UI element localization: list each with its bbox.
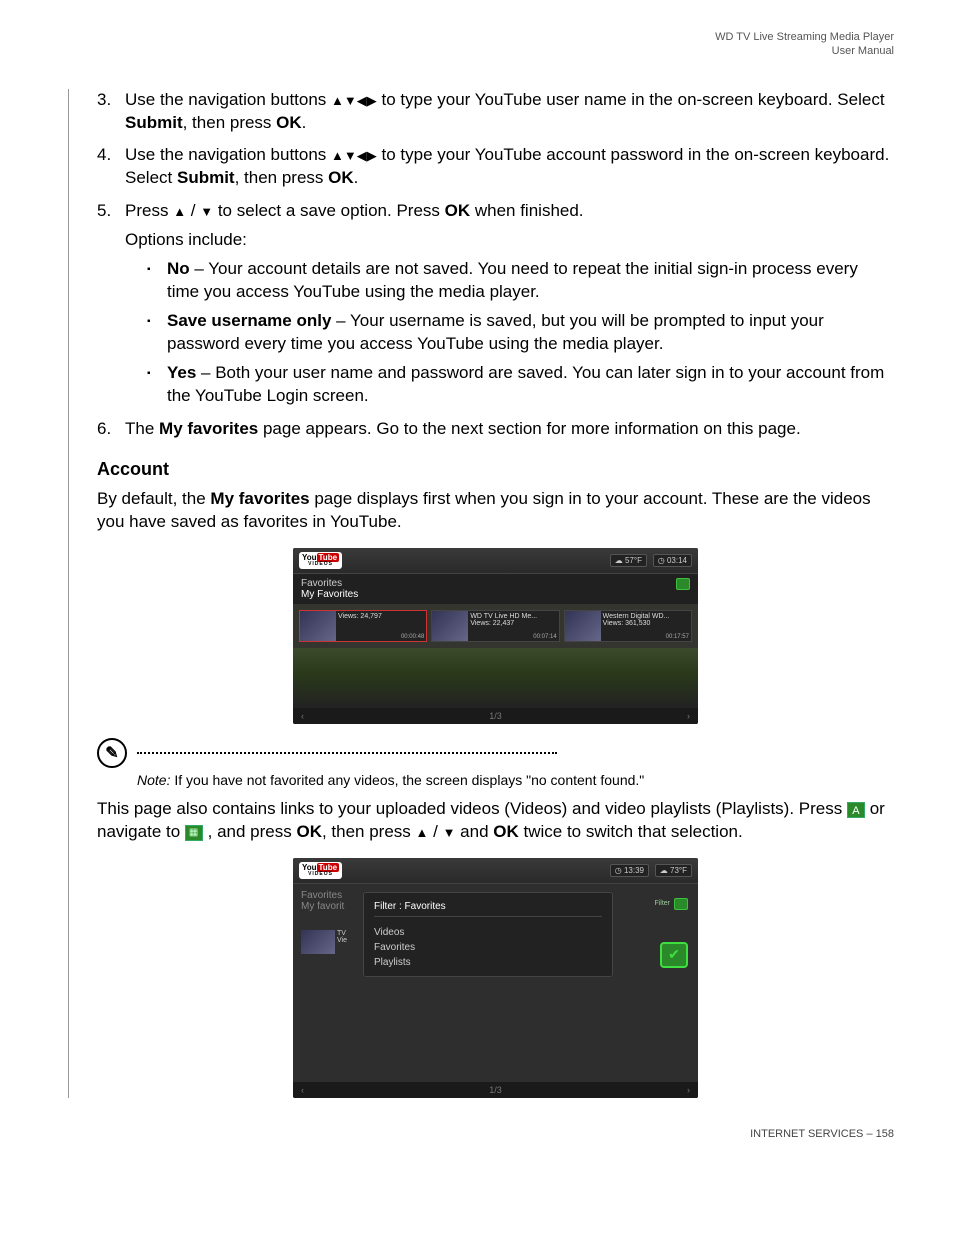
filter-label: Filter bbox=[654, 900, 670, 907]
youtube-logo: YouTube VIDEOS bbox=[299, 862, 342, 879]
thumb-1: Views: 24,797 00:00:48 bbox=[299, 610, 427, 642]
content-column: Use the navigation buttons ▲▼◀▶ to type … bbox=[68, 89, 894, 1098]
shot1-pager: ‹ 1/3 › bbox=[293, 708, 698, 724]
shot1-breadcrumb: Favorites bbox=[301, 578, 358, 589]
thumb-3: Western Digital WD...Views: 361,530 00:1… bbox=[564, 610, 692, 642]
pager-prev-icon: ‹ bbox=[301, 711, 304, 721]
options-label: Options include: bbox=[125, 229, 894, 252]
shot1-topbar: YouTube VIDEOS ☁ 57°F ◷ 03:14 bbox=[293, 548, 698, 574]
step-3: Use the navigation buttons ▲▼◀▶ to type … bbox=[97, 89, 894, 135]
a-button-icon: A bbox=[847, 802, 865, 818]
shot1-thumbrow: Views: 24,797 00:00:48 WD TV Live HD Me.… bbox=[293, 604, 698, 648]
page-header: WD TV Live Streaming Media Player User M… bbox=[60, 30, 894, 59]
shot2-pager: ‹ 1/3 › bbox=[293, 1082, 698, 1098]
step-list: Use the navigation buttons ▲▼◀▶ to type … bbox=[97, 89, 894, 441]
green-action-icon bbox=[676, 578, 690, 590]
clock-badge: ◷ 03:14 bbox=[653, 554, 692, 567]
header-doc: User Manual bbox=[60, 44, 894, 58]
shot1-background bbox=[293, 648, 698, 708]
thumb-image bbox=[301, 930, 335, 954]
step-4: Use the navigation buttons ▲▼◀▶ to type … bbox=[97, 144, 894, 190]
youtube-logo: YouTube VIDEOS bbox=[299, 552, 342, 569]
page-indicator: 1/3 bbox=[489, 711, 502, 721]
shot1-page-title: My Favorites bbox=[301, 589, 358, 600]
filter-option-playlists: Playlists bbox=[374, 955, 602, 970]
clock-badge: ◷ 13:39 bbox=[610, 864, 649, 877]
header-product: WD TV Live Streaming Media Player bbox=[60, 30, 894, 44]
shot2-topbar: YouTube VIDEOS ◷ 13:39 ☁ 73°F bbox=[293, 858, 698, 884]
confirm-check-icon: ✔ bbox=[660, 942, 688, 968]
option-save-username: Save username only – Your username is sa… bbox=[145, 310, 894, 356]
green-action-icon bbox=[674, 898, 688, 910]
up-arrow-icon: ▲ bbox=[173, 204, 186, 219]
down-arrow-icon: ▼ bbox=[200, 204, 213, 219]
filter-option-videos: Videos bbox=[374, 925, 602, 940]
note-icon: ✎ bbox=[97, 738, 127, 768]
thumb-image bbox=[432, 611, 468, 641]
thumb-image bbox=[565, 611, 601, 641]
account-heading: Account bbox=[97, 459, 894, 480]
option-bullets: No – Your account details are not saved.… bbox=[145, 258, 894, 408]
pager-next-icon: › bbox=[687, 711, 690, 721]
account-p2: This page also contains links to your up… bbox=[97, 798, 894, 844]
page-indicator: 1/3 bbox=[489, 1085, 502, 1095]
page-footer: INTERNET SERVICES – 158 bbox=[60, 1128, 894, 1140]
filter-menu-title: Filter : Favorites bbox=[374, 899, 602, 917]
nav-arrows-icon: ▲▼◀▶ bbox=[331, 148, 377, 163]
step-6: The My favorites page appears. Go to the… bbox=[97, 418, 894, 441]
nav-arrows-icon: ▲▼◀▶ bbox=[331, 93, 377, 108]
up-arrow-icon: ▲ bbox=[416, 825, 429, 840]
option-no: No – Your account details are not saved.… bbox=[145, 258, 894, 304]
note-divider: ✎ bbox=[97, 738, 894, 768]
pager-next-icon: › bbox=[687, 1085, 690, 1095]
pager-prev-icon: ‹ bbox=[301, 1085, 304, 1095]
thumb-2: WD TV Live HD Me...Views: 22,437 00:07:1… bbox=[431, 610, 559, 642]
account-intro: By default, the My favorites page displa… bbox=[97, 488, 894, 534]
weather-badge: ☁ 57°F bbox=[610, 554, 647, 567]
favorites-screenshot: YouTube VIDEOS ☁ 57°F ◷ 03:14 Favorites … bbox=[293, 548, 698, 724]
step-5: Press ▲ / ▼ to select a save option. Pre… bbox=[97, 200, 894, 408]
filter-menu: Filter : Favorites Videos Favorites Play… bbox=[363, 892, 613, 977]
filter-option-favorites: Favorites bbox=[374, 940, 602, 955]
down-arrow-icon: ▼ bbox=[443, 825, 456, 840]
filter-screenshot: YouTube VIDEOS ◷ 13:39 ☁ 73°F Favorites … bbox=[293, 858, 698, 1098]
weather-badge: ☁ 73°F bbox=[655, 864, 692, 877]
option-yes: Yes – Both your user name and password a… bbox=[145, 362, 894, 408]
note-text: Note: If you have not favorited any vide… bbox=[137, 772, 894, 788]
thumb-image bbox=[300, 611, 336, 641]
shot1-title: Favorites My Favorites bbox=[293, 574, 698, 604]
green-button-icon bbox=[185, 825, 203, 841]
